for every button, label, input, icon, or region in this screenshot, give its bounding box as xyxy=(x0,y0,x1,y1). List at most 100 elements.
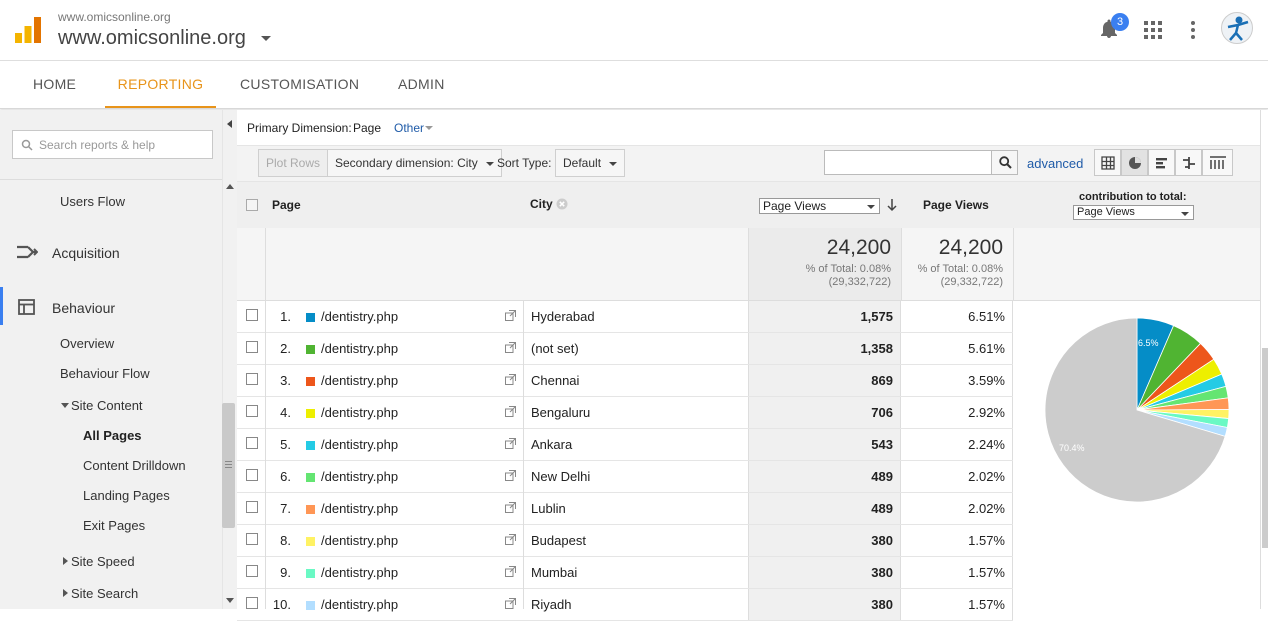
advanced-filter-link[interactable]: advanced xyxy=(1027,156,1083,171)
collapsed-triangle-icon[interactable] xyxy=(63,589,68,597)
row-checkbox[interactable] xyxy=(246,309,258,321)
expanded-triangle-icon[interactable] xyxy=(61,403,69,408)
city-cell[interactable]: Lublin xyxy=(531,501,566,516)
city-cell[interactable]: New Delhi xyxy=(531,469,590,484)
row-checkbox[interactable] xyxy=(246,437,258,449)
metric-selector[interactable]: Page Views xyxy=(759,198,880,214)
sidebar-item-content-drilldown[interactable]: Content Drilldown xyxy=(83,458,186,473)
scroll-down-arrow-icon[interactable] xyxy=(226,598,234,603)
contribution-metric-selector[interactable]: Page Views xyxy=(1073,205,1194,220)
city-cell[interactable]: Mumbai xyxy=(531,565,577,580)
chevron-down-icon[interactable] xyxy=(425,126,433,130)
scroll-up-arrow-icon[interactable] xyxy=(226,184,234,189)
sidebar-item-landing-pages[interactable]: Landing Pages xyxy=(83,488,170,503)
page-scrollbar-thumb[interactable] xyxy=(1262,348,1268,548)
sidebar-item-overview[interactable]: Overview xyxy=(60,336,114,351)
open-external-link-icon[interactable] xyxy=(505,502,516,513)
secondary-dimension-dropdown[interactable]: Secondary dimension: City xyxy=(327,149,502,177)
sidebar-item-acquisition[interactable]: Acquisition xyxy=(52,245,120,261)
page-link[interactable]: /dentistry.php xyxy=(321,373,398,388)
table-row[interactable]: 2. /dentistry.php (not set) 1,358 5.61% xyxy=(237,333,1013,365)
sidebar-item-site-search[interactable]: Site Search xyxy=(71,586,138,601)
sidebar-item-exit-pages[interactable]: Exit Pages xyxy=(83,518,145,533)
city-cell[interactable]: Hyderabad xyxy=(531,309,595,324)
row-checkbox[interactable] xyxy=(246,405,258,417)
table-filter-button[interactable] xyxy=(991,150,1018,175)
page-link[interactable]: /dentistry.php xyxy=(321,405,398,420)
open-external-link-icon[interactable] xyxy=(505,534,516,545)
page-link[interactable]: /dentistry.php xyxy=(321,469,398,484)
sort-type-dropdown[interactable]: Default xyxy=(555,149,626,177)
plot-rows-button[interactable]: Plot Rows xyxy=(258,149,329,177)
row-checkbox[interactable] xyxy=(246,533,258,545)
table-filter-input[interactable] xyxy=(824,150,993,175)
page-link[interactable]: /dentistry.php xyxy=(321,437,398,452)
column-header-city[interactable]: City xyxy=(530,197,553,211)
open-external-link-icon[interactable] xyxy=(505,342,516,353)
table-row[interactable]: 5. /dentistry.php Ankara 543 2.24% xyxy=(237,429,1013,461)
more-vert-icon[interactable] xyxy=(1190,21,1196,39)
open-external-link-icon[interactable] xyxy=(505,310,516,321)
table-row[interactable]: 3. /dentistry.php Chennai 869 3.59% xyxy=(237,365,1013,397)
percentage-view-button[interactable] xyxy=(1121,149,1148,176)
sidebar-collapse-strip[interactable] xyxy=(222,110,237,609)
table-row[interactable]: 10. /dentistry.php Riyadh 380 1.57% xyxy=(237,589,1013,621)
open-external-link-icon[interactable] xyxy=(505,406,516,417)
table-row[interactable]: 1. /dentistry.php Hyderabad 1,575 6.51% xyxy=(237,301,1013,333)
city-cell[interactable]: Ankara xyxy=(531,437,572,452)
page-link[interactable]: /dentistry.php xyxy=(321,309,398,324)
table-row[interactable]: 7. /dentistry.php Lublin 489 2.02% xyxy=(237,493,1013,525)
table-row[interactable]: 6. /dentistry.php New Delhi 489 2.02% xyxy=(237,461,1013,493)
table-row[interactable]: 9. /dentistry.php Mumbai 380 1.57% xyxy=(237,557,1013,589)
open-external-link-icon[interactable] xyxy=(505,566,516,577)
table-row[interactable]: 8. /dentistry.php Budapest 380 1.57% xyxy=(237,525,1013,557)
data-table-view-button[interactable] xyxy=(1094,149,1121,176)
performance-view-button[interactable] xyxy=(1148,149,1175,176)
city-cell[interactable]: Riyadh xyxy=(531,597,571,612)
city-cell[interactable]: Budapest xyxy=(531,533,586,548)
property-selector[interactable]: www.omicsonline.org xyxy=(58,27,246,50)
search-input[interactable]: Search reports & help xyxy=(12,130,213,159)
remove-dimension-icon[interactable] xyxy=(556,198,568,210)
column-header-page[interactable]: Page xyxy=(272,198,301,212)
row-checkbox[interactable] xyxy=(246,341,258,353)
page-scrollbar[interactable] xyxy=(1260,110,1268,609)
tab-admin[interactable]: ADMIN xyxy=(398,61,445,108)
row-checkbox[interactable] xyxy=(246,565,258,577)
chevron-down-icon[interactable] xyxy=(261,36,271,41)
sidebar-item-behaviour-flow[interactable]: Behaviour Flow xyxy=(60,366,150,381)
sort-descending-arrow-icon[interactable] xyxy=(887,198,897,212)
tab-home[interactable]: HOME xyxy=(33,61,76,108)
collapsed-triangle-icon[interactable] xyxy=(63,557,68,565)
open-external-link-icon[interactable] xyxy=(505,598,516,609)
chevron-left-icon[interactable] xyxy=(227,120,232,128)
page-link[interactable]: /dentistry.php xyxy=(321,341,398,356)
sidebar-item-users-flow[interactable]: Users Flow xyxy=(60,194,125,209)
comparison-view-button[interactable] xyxy=(1175,149,1202,176)
sidebar-item-site-content[interactable]: Site Content xyxy=(71,398,143,413)
sidebar-item-site-speed[interactable]: Site Speed xyxy=(71,554,135,569)
open-external-link-icon[interactable] xyxy=(505,470,516,481)
sidebar-item-all-pages[interactable]: All Pages xyxy=(83,428,142,443)
row-checkbox[interactable] xyxy=(246,469,258,481)
row-checkbox[interactable] xyxy=(246,597,258,609)
page-link[interactable]: /dentistry.php xyxy=(321,501,398,516)
analytics-logo-icon[interactable] xyxy=(15,17,41,43)
apps-grid-icon[interactable] xyxy=(1144,21,1162,39)
row-checkbox[interactable] xyxy=(246,501,258,513)
tab-reporting[interactable]: REPORTING xyxy=(105,61,216,108)
city-cell[interactable]: Chennai xyxy=(531,373,579,388)
table-row[interactable]: 4. /dentistry.php Bengaluru 706 2.92% xyxy=(237,397,1013,429)
page-link[interactable]: /dentistry.php xyxy=(321,533,398,548)
city-cell[interactable]: Bengaluru xyxy=(531,405,590,420)
city-cell[interactable]: (not set) xyxy=(531,341,579,356)
sidebar-item-behaviour[interactable]: Behaviour xyxy=(52,300,115,316)
open-external-link-icon[interactable] xyxy=(505,374,516,385)
avatar[interactable] xyxy=(1221,12,1253,44)
column-header-pageviews[interactable]: Page Views xyxy=(923,198,989,212)
primary-dimension-page[interactable]: Page xyxy=(353,121,381,135)
open-external-link-icon[interactable] xyxy=(505,438,516,449)
select-all-checkbox[interactable] xyxy=(246,199,258,211)
row-checkbox[interactable] xyxy=(246,373,258,385)
sidebar-scrollbar[interactable] xyxy=(222,403,235,528)
